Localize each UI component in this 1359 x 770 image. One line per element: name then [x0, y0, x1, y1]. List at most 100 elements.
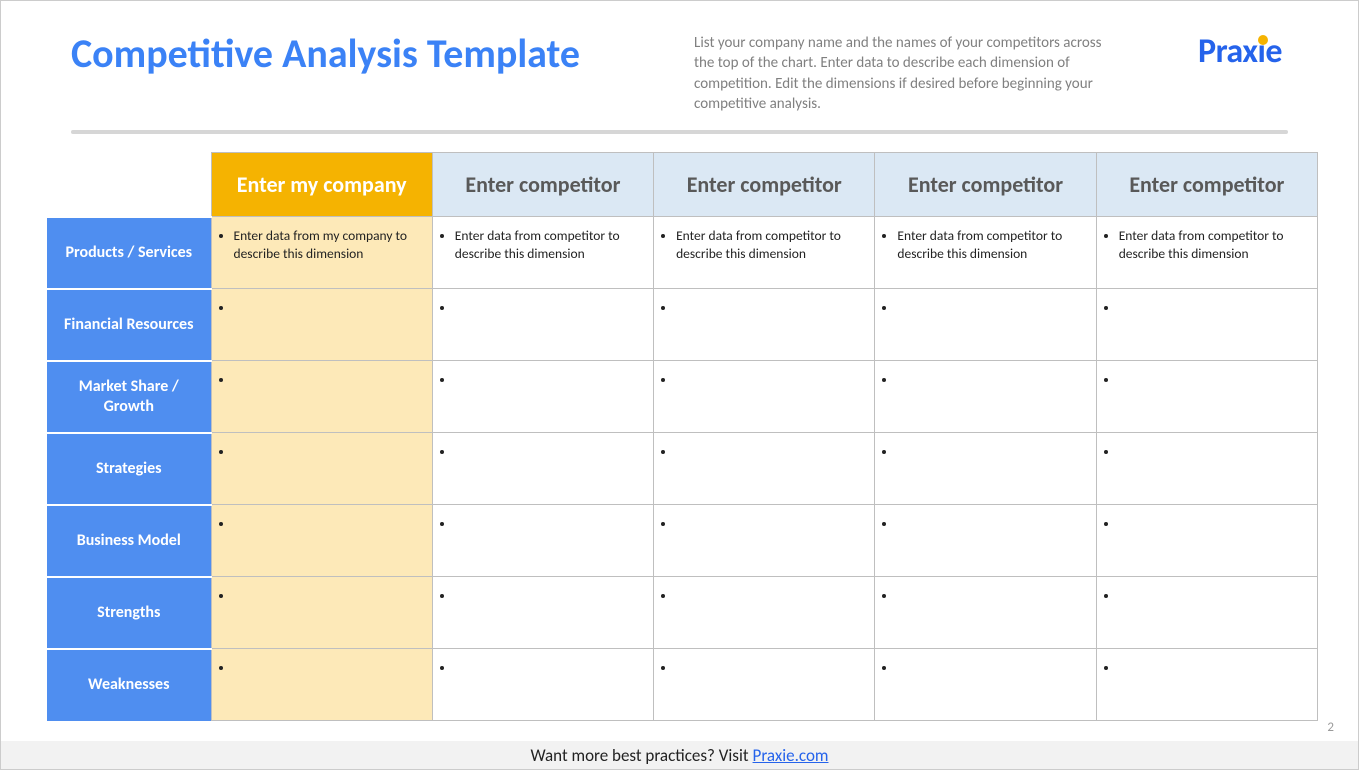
- cell-bullet-item: Enter data from competitor to describe t…: [676, 227, 862, 262]
- table-cell[interactable]: [1096, 289, 1317, 361]
- table-cell[interactable]: [432, 649, 653, 721]
- row-header[interactable]: Strengths: [47, 577, 211, 649]
- cell-bullet-item: [897, 371, 1083, 389]
- table-cell[interactable]: [1096, 649, 1317, 721]
- cell-bullet-item: [234, 659, 420, 677]
- cell-bullet-list: [881, 515, 1083, 533]
- logo-dot-icon: [1258, 35, 1268, 45]
- table-cell[interactable]: [654, 433, 875, 505]
- cell-bullet-item: [676, 587, 862, 605]
- footer-text: Want more best practices? Visit: [531, 745, 749, 766]
- table-cell[interactable]: [875, 649, 1096, 721]
- cell-bullet-list: [439, 299, 641, 317]
- cell-bullet-item: Enter data from competitor to describe t…: [1119, 227, 1305, 262]
- cell-bullet-list: [660, 659, 862, 677]
- cell-bullet-list: Enter data from competitor to describe t…: [1103, 227, 1305, 262]
- cell-bullet-list: [439, 371, 641, 389]
- table-cell[interactable]: [211, 361, 432, 433]
- cell-bullet-list: [660, 587, 862, 605]
- cell-bullet-item: [1119, 443, 1305, 461]
- cell-bullet-item: [234, 587, 420, 605]
- table-cell[interactable]: [1096, 361, 1317, 433]
- column-header-competitor[interactable]: Enter competitor: [654, 153, 875, 217]
- column-header-competitor[interactable]: Enter competitor: [432, 153, 653, 217]
- cell-bullet-item: [897, 587, 1083, 605]
- table-container: Enter my company Enter competitor Enter …: [1, 152, 1358, 721]
- cell-bullet-item: Enter data from my company to describe t…: [234, 227, 420, 262]
- table-row: Financial Resources: [47, 289, 1318, 361]
- row-header[interactable]: Financial Resources: [47, 289, 211, 361]
- cell-bullet-item: [455, 299, 641, 317]
- column-header-competitor[interactable]: Enter competitor: [1096, 153, 1317, 217]
- table-cell[interactable]: [654, 289, 875, 361]
- cell-bullet-item: [455, 443, 641, 461]
- table-cell[interactable]: [1096, 577, 1317, 649]
- column-header-my-company[interactable]: Enter my company: [211, 153, 432, 217]
- row-header[interactable]: Market Share / Growth: [47, 361, 211, 433]
- cell-bullet-item: [897, 659, 1083, 677]
- cell-bullet-list: [218, 443, 420, 461]
- cell-bullet-item: [897, 515, 1083, 533]
- cell-bullet-item: [676, 371, 862, 389]
- table-cell[interactable]: Enter data from competitor to describe t…: [654, 217, 875, 289]
- cell-bullet-list: [1103, 443, 1305, 461]
- table-row: Weaknesses: [47, 649, 1318, 721]
- table-cell[interactable]: [654, 649, 875, 721]
- cell-bullet-list: Enter data from competitor to describe t…: [881, 227, 1083, 262]
- cell-bullet-item: [234, 299, 420, 317]
- cell-bullet-item: [897, 299, 1083, 317]
- cell-bullet-item: Enter data from competitor to describe t…: [897, 227, 1083, 262]
- table-cell[interactable]: [211, 649, 432, 721]
- table-cell[interactable]: Enter data from competitor to describe t…: [875, 217, 1096, 289]
- cell-bullet-item: [676, 299, 862, 317]
- cell-bullet-item: [1119, 371, 1305, 389]
- cell-bullet-list: [660, 443, 862, 461]
- table-cell[interactable]: [211, 433, 432, 505]
- table-cell[interactable]: [654, 361, 875, 433]
- cell-bullet-list: Enter data from competitor to describe t…: [660, 227, 862, 262]
- table-cell[interactable]: [875, 577, 1096, 649]
- column-header-competitor[interactable]: Enter competitor: [875, 153, 1096, 217]
- instructions-text: List your company name and the names of …: [694, 29, 1124, 114]
- row-header[interactable]: Business Model: [47, 505, 211, 577]
- table-cell[interactable]: [875, 433, 1096, 505]
- cell-bullet-item: [897, 443, 1083, 461]
- competitive-analysis-table: Enter my company Enter competitor Enter …: [47, 152, 1318, 721]
- table-cell[interactable]: [875, 505, 1096, 577]
- table-cell[interactable]: [432, 577, 653, 649]
- cell-bullet-list: [881, 443, 1083, 461]
- cell-bullet-list: Enter data from competitor to describe t…: [439, 227, 641, 262]
- cell-bullet-list: [1103, 659, 1305, 677]
- table-cell[interactable]: Enter data from my company to describe t…: [211, 217, 432, 289]
- table-cell[interactable]: [211, 289, 432, 361]
- table-cell[interactable]: [875, 289, 1096, 361]
- table-cell[interactable]: [432, 505, 653, 577]
- row-header[interactable]: Products / Services: [47, 217, 211, 289]
- table-cell[interactable]: [1096, 433, 1317, 505]
- table-cell[interactable]: [654, 577, 875, 649]
- row-header[interactable]: Strategies: [47, 433, 211, 505]
- cell-bullet-item: [455, 587, 641, 605]
- cell-bullet-item: [455, 515, 641, 533]
- cell-bullet-item: [1119, 299, 1305, 317]
- header: Competitive Analysis Template List your …: [1, 1, 1358, 124]
- table-cell[interactable]: Enter data from competitor to describe t…: [432, 217, 653, 289]
- cell-bullet-list: [439, 515, 641, 533]
- table-cell[interactable]: [432, 361, 653, 433]
- table-cell[interactable]: [432, 433, 653, 505]
- footer-link[interactable]: Praxie.com: [753, 745, 829, 766]
- table-cell[interactable]: [875, 361, 1096, 433]
- cell-bullet-list: [1103, 587, 1305, 605]
- table-cell[interactable]: [654, 505, 875, 577]
- table-cell[interactable]: Enter data from competitor to describe t…: [1096, 217, 1317, 289]
- table-cell[interactable]: [1096, 505, 1317, 577]
- table-cell[interactable]: [432, 289, 653, 361]
- table-row: Strategies: [47, 433, 1318, 505]
- cell-bullet-list: [218, 515, 420, 533]
- row-header[interactable]: Weaknesses: [47, 649, 211, 721]
- table-row: Products / Services Enter data from my co…: [47, 217, 1318, 289]
- cell-bullet-item: [455, 659, 641, 677]
- table-cell[interactable]: [211, 505, 432, 577]
- table-cell[interactable]: [211, 577, 432, 649]
- cell-bullet-list: [1103, 515, 1305, 533]
